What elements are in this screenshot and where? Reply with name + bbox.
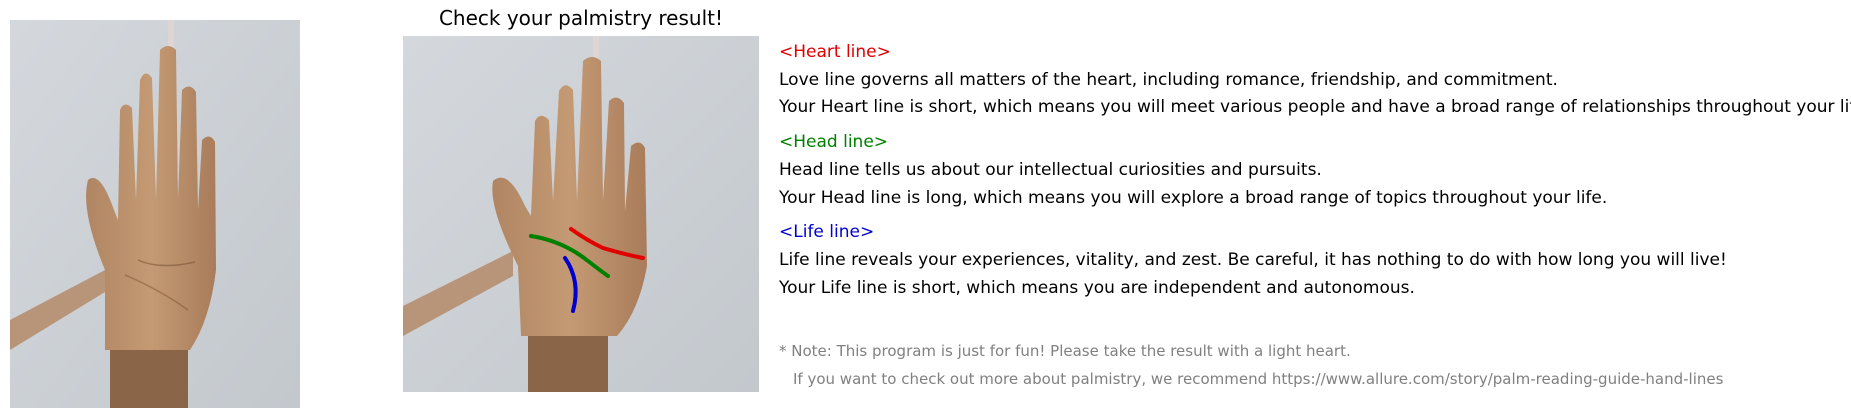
result-hand-photo (403, 36, 759, 392)
life-line-description: Life line reveals your experiences, vita… (779, 250, 1727, 270)
note-disclaimer: * Note: This program is just for fun! Pl… (779, 342, 1351, 360)
hand-image (10, 20, 300, 408)
hand-image-annotated (403, 36, 759, 392)
head-line-heading: <Head line> (779, 132, 889, 152)
input-hand-photo (10, 20, 300, 408)
heart-line-result: Your Heart line is short, which means yo… (779, 97, 1851, 117)
page-title: Check your palmistry result! (438, 6, 724, 30)
life-line-heading: <Life line> (779, 222, 875, 242)
head-line-description: Head line tells us about our intellectua… (779, 160, 1322, 180)
head-line-result: Your Head line is long, which means you … (779, 188, 1608, 208)
heart-line-description: Love line governs all matters of the hea… (779, 70, 1558, 90)
life-line-result: Your Life line is short, which means you… (779, 278, 1415, 298)
heart-line-heading: <Heart line> (779, 42, 891, 62)
note-reference: If you want to check out more about palm… (793, 370, 1724, 388)
